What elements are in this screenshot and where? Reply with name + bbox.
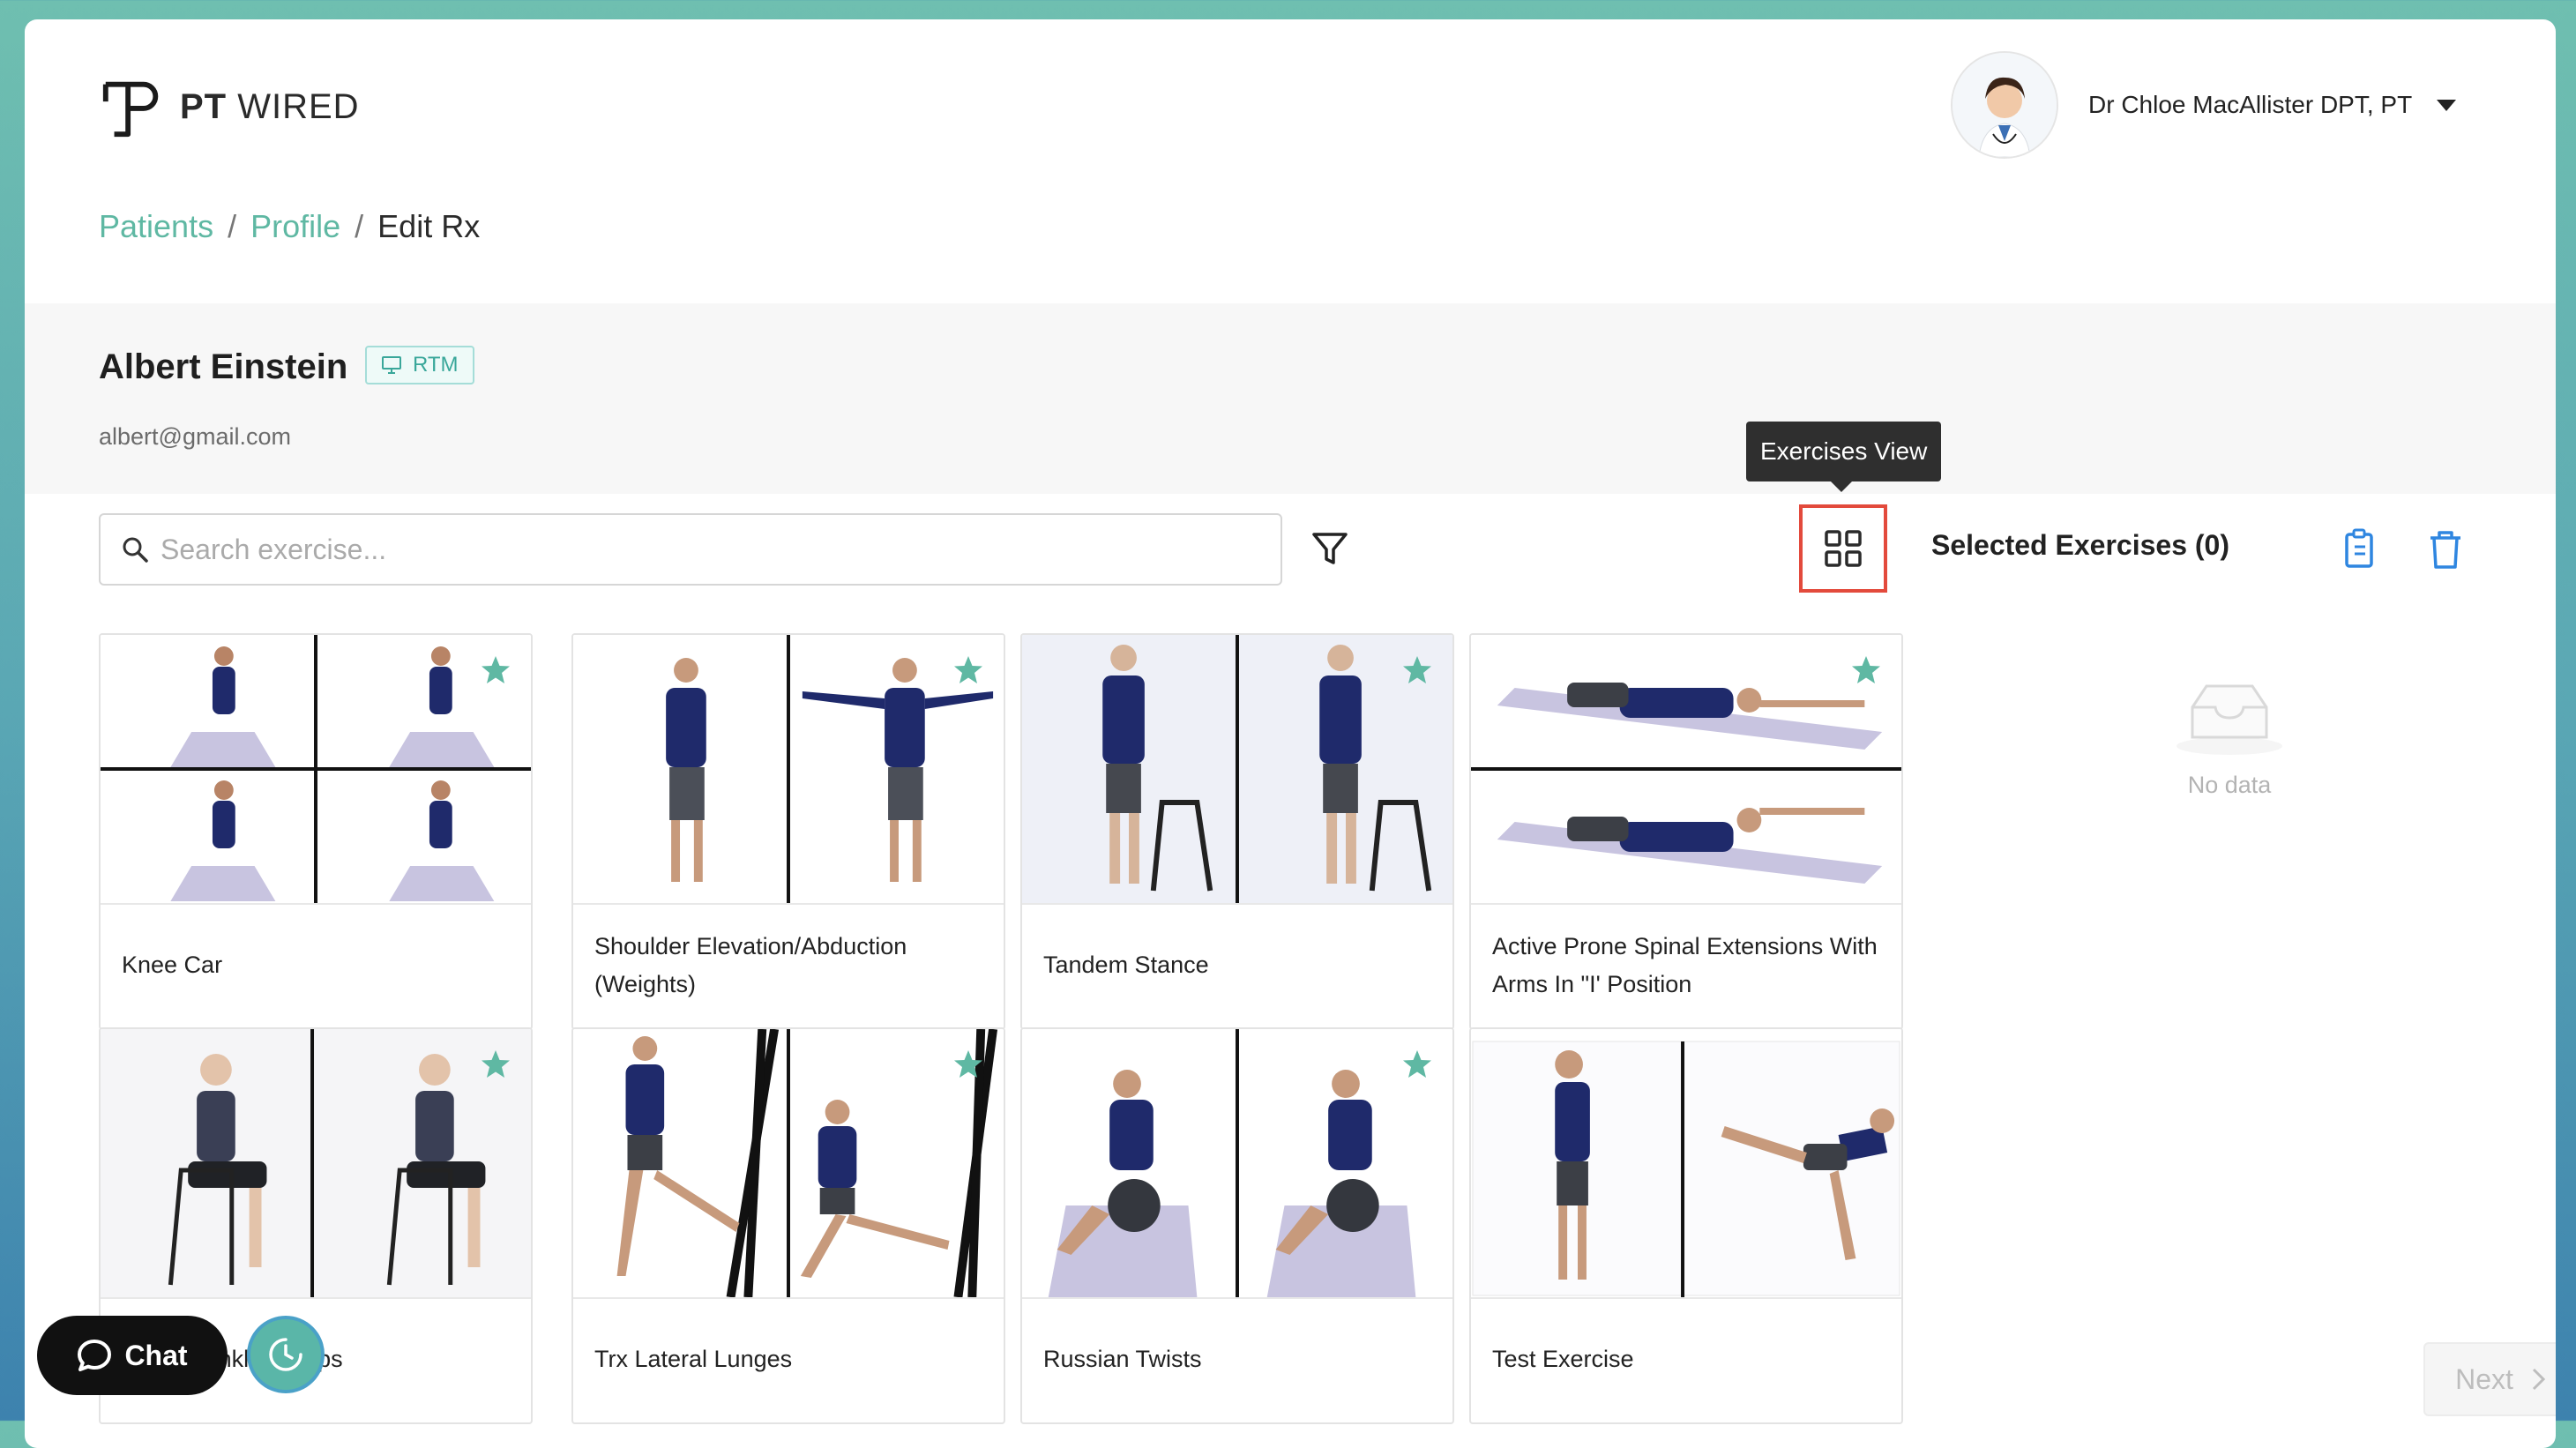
exercise-card[interactable]: Active Prone Spinal Extensions With Arms…	[1469, 633, 1903, 1030]
breadcrumb-separator: /	[355, 208, 364, 244]
empty-inbox-icon	[2177, 684, 2282, 755]
brand-name: PT WIRED	[180, 86, 360, 126]
patient-name: Albert Einstein	[99, 347, 348, 386]
selected-exercises-title: Selected Exercises (0)	[1931, 529, 2229, 561]
exercise-title: Knee Car	[122, 952, 223, 979]
exercise-thumbnail	[1471, 1029, 1901, 1299]
exercise-card[interactable]: Russian Twists	[1020, 1027, 1454, 1424]
avatar	[1951, 51, 2058, 159]
rtm-label: RTM	[413, 353, 459, 377]
star-icon[interactable]	[480, 654, 511, 686]
exercise-card[interactable]: Shoulder Elevation/Abduction (Weights)	[571, 633, 1005, 1030]
exercise-card[interactable]: Knee Car	[99, 633, 533, 1030]
rtm-badge: RTM	[365, 346, 474, 384]
exercise-title: Shoulder Elevation/Abduction (Weights)	[594, 932, 907, 997]
copy-clipboard-icon[interactable]	[2339, 527, 2383, 571]
exercise-thumbnail	[101, 635, 531, 905]
next-label: Next	[2455, 1362, 2513, 1395]
exercise-thumbnail	[1022, 635, 1452, 905]
caret-down-icon[interactable]	[2437, 99, 2457, 111]
breadcrumb-separator: /	[228, 208, 237, 244]
exercise-title: Trx Lateral Lunges	[594, 1346, 793, 1373]
exercise-card[interactable]: Test Exercise	[1469, 1027, 1903, 1424]
exercise-thumbnail	[573, 1029, 1004, 1299]
user-name: Dr Chloe MacAllister DPT, PT	[2088, 91, 2413, 118]
grid-view-icon	[1825, 530, 1862, 567]
exercise-card[interactable]: Tandem Stance	[1020, 633, 1454, 1030]
exercises-view-tooltip: Exercises View	[1746, 422, 1942, 492]
breadcrumb-current: Edit Rx	[377, 208, 481, 244]
star-icon[interactable]	[1401, 1049, 1433, 1080]
app-window: PT WIRED Dr Chloe MacAllister DPT, PT Pa…	[25, 19, 2556, 1448]
star-icon[interactable]	[1850, 654, 1882, 686]
exercise-card[interactable]: Trx Lateral Lunges	[571, 1027, 1005, 1424]
exercise-thumbnail	[573, 635, 1004, 905]
next-button[interactable]: Next	[2423, 1342, 2556, 1416]
breadcrumb-profile[interactable]: Profile	[250, 208, 340, 245]
breadcrumb-patients[interactable]: Patients	[99, 208, 213, 245]
star-icon[interactable]	[952, 654, 984, 686]
pt-wired-logo-icon	[102, 81, 159, 138]
empty-text: No data	[2187, 772, 2272, 798]
assistant-bubble-button[interactable]	[247, 1316, 325, 1393]
exercises-view-button[interactable]	[1799, 504, 1887, 593]
breadcrumb: Patients / Profile / Edit Rx	[99, 208, 480, 245]
patient-header: Albert Einstein RTM albert@gmail.com	[25, 303, 2556, 494]
empty-state: No data	[2141, 672, 2318, 799]
chat-bubble-icon	[78, 1340, 112, 1371]
user-menu[interactable]: Dr Chloe MacAllister DPT, PT	[1951, 51, 2457, 159]
exercise-thumbnail	[101, 1029, 531, 1299]
logo[interactable]: PT WIRED	[99, 72, 360, 141]
exercise-thumbnail	[1022, 1029, 1452, 1299]
chat-label: Chat	[124, 1339, 188, 1371]
star-icon[interactable]	[1401, 654, 1433, 686]
search-icon	[123, 537, 148, 563]
patient-email: albert@gmail.com	[99, 423, 291, 450]
search-input[interactable]	[159, 532, 1221, 567]
filter-icon[interactable]	[1309, 527, 1351, 570]
search-box[interactable]	[99, 513, 1282, 586]
exercise-thumbnail	[1471, 635, 1901, 905]
chevron-right-icon	[2532, 1368, 2546, 1391]
trash-icon[interactable]	[2423, 527, 2468, 571]
timer-icon	[269, 1338, 302, 1371]
exercise-title: Tandem Stance	[1043, 952, 1209, 979]
star-icon[interactable]	[480, 1049, 511, 1080]
exercise-title: Active Prone Spinal Extensions With Arms…	[1492, 932, 1878, 997]
exercise-title: Test Exercise	[1492, 1346, 1634, 1373]
monitor-icon	[382, 356, 401, 374]
exercise-title: Russian Twists	[1043, 1346, 1202, 1373]
chat-button[interactable]: Chat	[37, 1316, 228, 1395]
star-icon[interactable]	[952, 1049, 984, 1080]
